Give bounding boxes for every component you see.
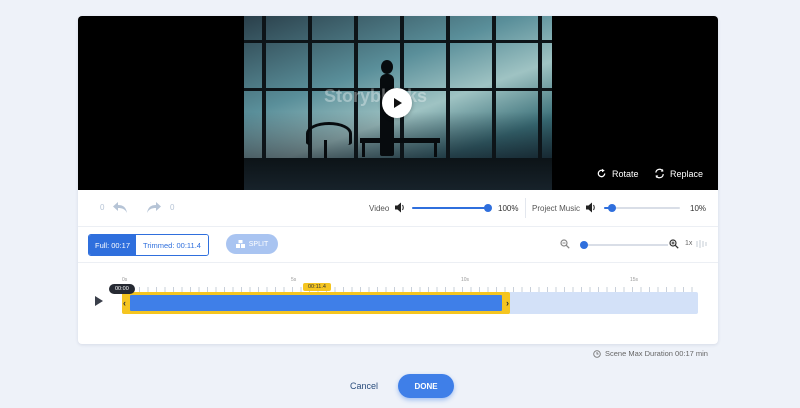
video-volume-fill [412, 207, 488, 209]
max-duration-note: Scene Max Duration 00:17 min [593, 349, 708, 358]
timeline-play-icon[interactable] [94, 295, 104, 307]
video-volume-label: Video [369, 204, 390, 213]
chair-silhouette [306, 122, 352, 145]
trimmed-duration-tab[interactable]: Trimmed: 00:11.4 [136, 235, 208, 255]
video-volume-slider[interactable] [412, 204, 492, 212]
clip-body [130, 295, 502, 311]
playhead-time[interactable]: 00:00 [109, 284, 135, 294]
full-duration-tab[interactable]: Full: 00:17 [89, 235, 137, 255]
rotate-label: Rotate [612, 168, 639, 179]
replace-icon [655, 168, 664, 179]
chair-silhouette [324, 140, 327, 158]
done-button[interactable]: DONE [398, 374, 454, 398]
play-button[interactable] [382, 88, 412, 118]
tick-label: 0s [122, 277, 128, 283]
video-volume-value: 100% [498, 204, 519, 213]
rotate-icon [597, 168, 606, 178]
tick-label: 15s [630, 277, 639, 283]
trim-controls: Full: 00:17 Trimmed: 00:11.4 SPLIT 1x [78, 226, 718, 263]
duration-toggle: Full: 00:17 Trimmed: 00:11.4 [88, 234, 209, 256]
split-button[interactable]: SPLIT [226, 234, 278, 254]
music-volume-knob[interactable] [607, 204, 616, 212]
divider [525, 198, 526, 218]
zoom-scale-icon [696, 240, 707, 248]
music-volume-slider[interactable] [604, 204, 680, 212]
audio-controls: 0 0 Video 100% Project Music 10% [78, 190, 718, 227]
undo-icon [113, 202, 128, 213]
editor-card: Storyblocks Rotate Replace 0 0 Video 100… [78, 16, 718, 344]
music-volume-value: 10% [690, 204, 707, 213]
rotate-button[interactable]: Rotate [596, 168, 639, 179]
tick-label: 10s [461, 277, 470, 283]
desk-silhouette [360, 138, 440, 143]
speaker-icon[interactable] [394, 202, 406, 213]
redo-icon [147, 202, 161, 213]
zoom-knob[interactable] [580, 241, 588, 249]
play-icon [394, 98, 402, 108]
desk-silhouette [434, 143, 437, 157]
redo-button[interactable]: 0 [146, 201, 174, 214]
video-preview: Storyblocks Rotate Replace [78, 16, 718, 190]
undo-button[interactable]: 0 [100, 201, 128, 214]
zoom-slider[interactable] [580, 241, 668, 249]
zoom-in-icon[interactable] [669, 239, 679, 249]
undo-count: 0 [100, 203, 105, 212]
trim-end-time: 00:11.4 [303, 283, 331, 291]
replace-label: Replace [670, 168, 704, 179]
floor [244, 158, 552, 190]
timeline: 0s 5s 10s 15s ‹ › 00:00 00:11.4 [78, 262, 718, 344]
trim-end-handle[interactable]: › [506, 298, 509, 308]
music-volume-label: Project Music [532, 204, 581, 213]
cancel-button[interactable]: Cancel [350, 381, 378, 391]
clock-icon [593, 349, 601, 358]
tick-label: 5s [291, 277, 297, 283]
zoom-level: 1x [685, 240, 693, 247]
trim-start-handle[interactable]: ‹ [123, 298, 126, 308]
redo-count: 0 [170, 203, 175, 212]
video-volume-knob[interactable] [484, 204, 492, 212]
replace-button[interactable]: Replace [654, 168, 703, 179]
trimmed-clip[interactable]: ‹ › [122, 292, 510, 314]
split-icon [235, 240, 245, 248]
zoom-out-icon[interactable] [560, 239, 570, 249]
window-frame [244, 40, 552, 43]
max-duration-text: Scene Max Duration 00:17 min [605, 349, 708, 358]
speaker-icon[interactable] [585, 202, 597, 213]
split-label: SPLIT [248, 240, 269, 248]
desk-silhouette [362, 143, 365, 157]
person-silhouette [381, 60, 393, 74]
